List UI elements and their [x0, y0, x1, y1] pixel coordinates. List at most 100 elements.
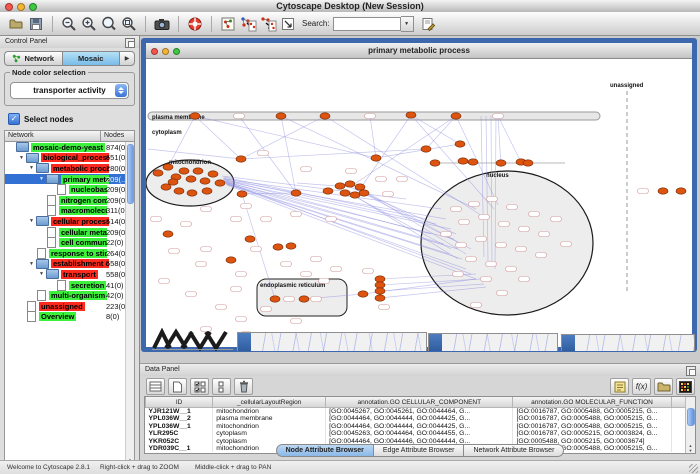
- graph-node[interactable]: [507, 205, 518, 210]
- expand-arrow-icon[interactable]: ▼: [27, 165, 36, 171]
- graph-node-selected[interactable]: [299, 296, 309, 302]
- minimized-window-icon[interactable]: [238, 333, 251, 351]
- minimized-window[interactable]: [561, 334, 695, 351]
- graph-node[interactable]: [291, 212, 302, 217]
- import-attributes-icon[interactable]: [654, 378, 673, 395]
- graph-node[interactable]: [261, 217, 272, 222]
- tree-scrollbar[interactable]: ▲▼: [125, 142, 134, 467]
- tree-row-label[interactable]: secretion: [69, 281, 106, 290]
- graph-node[interactable]: [529, 212, 540, 217]
- graph-node[interactable]: [291, 319, 302, 324]
- table-row[interactable]: YLR295Ccytoplasm[GO:0045263, GO:0044464,…: [146, 430, 695, 437]
- graph-node[interactable]: [379, 305, 390, 310]
- minimized-window-icon[interactable]: [429, 334, 442, 351]
- expand-arrow-icon[interactable]: ▼: [27, 261, 36, 267]
- graph-node[interactable]: [236, 317, 247, 322]
- table-cell[interactable]: [GO:0016787, GO:0005488, GO:0005215, G..…: [513, 408, 671, 416]
- background-network-window[interactable]: [150, 328, 235, 351]
- graph-node[interactable]: [258, 151, 269, 156]
- minimized-window[interactable]: [237, 332, 427, 351]
- graph-node[interactable]: [441, 232, 452, 237]
- zoom-out-icon[interactable]: [59, 14, 79, 34]
- expand-arrow-icon[interactable]: ▼: [27, 218, 36, 224]
- graph-node[interactable]: [516, 247, 527, 252]
- graph-node[interactable]: [453, 272, 464, 277]
- graph-node-selected[interactable]: [430, 160, 440, 166]
- graph-node-selected[interactable]: [273, 244, 283, 250]
- tree-row[interactable]: ▼biological_process651(0): [5, 153, 134, 164]
- graph-node[interactable]: [201, 207, 212, 212]
- graph-node[interactable]: [301, 272, 312, 277]
- tree-row-label[interactable]: macromolecule: [59, 206, 107, 215]
- tree-row[interactable]: multi-organism pro42(0): [5, 290, 134, 301]
- graph-node[interactable]: [519, 277, 530, 282]
- graph-node[interactable]: [331, 267, 342, 272]
- tree-row[interactable]: secretion41(0): [5, 280, 134, 291]
- tree-row-label[interactable]: cell communicat: [59, 238, 107, 247]
- tree-row[interactable]: macromolecule311(0): [5, 206, 134, 217]
- expand-arrow-icon[interactable]: ▼: [17, 155, 26, 161]
- graph-node[interactable]: [466, 257, 477, 262]
- table-cell[interactable]: cytoplasm: [213, 430, 326, 437]
- table-column-header[interactable]: ID: [146, 397, 213, 408]
- tab-edge-attribute-browser[interactable]: Edge Attribute Browser: [373, 444, 464, 457]
- graph-node[interactable]: [231, 217, 242, 222]
- zoom-selected-icon[interactable]: [99, 14, 119, 34]
- graph-node-selected[interactable]: [406, 112, 416, 118]
- graph-node[interactable]: [261, 307, 272, 312]
- attribute-table-header[interactable]: ID_cellularLayoutRegionannotation.GO CEL…: [146, 397, 695, 408]
- tree-row[interactable]: cell communicat22(0): [5, 237, 134, 248]
- tree-row[interactable]: ▼transport558(0): [5, 269, 134, 280]
- select-nodes-checkbox[interactable]: ✓: [8, 113, 20, 125]
- graph-node[interactable]: [551, 217, 562, 222]
- table-cell[interactable]: [GO:0044464, GO:0044444, GO:0044425, G..…: [326, 423, 513, 430]
- table-cell[interactable]: mitochondrion: [213, 423, 326, 430]
- graph-node-selected[interactable]: [291, 190, 301, 196]
- graph-node-selected[interactable]: [468, 159, 478, 165]
- graph-node-selected[interactable]: [358, 291, 368, 297]
- zoom-fit-icon[interactable]: [119, 14, 139, 34]
- graph-node-selected[interactable]: [208, 171, 218, 177]
- table-cell[interactable]: [GO:0016787, GO:0005488, GO:0005215, G..…: [513, 423, 671, 430]
- tree-row-label[interactable]: metabolic process: [51, 164, 109, 173]
- graph-node[interactable]: [493, 114, 504, 119]
- graph-node[interactable]: [383, 192, 394, 197]
- tree-row-label[interactable]: multi-organism pro: [49, 291, 107, 300]
- tree-row[interactable]: nucleobase-209(0): [5, 184, 134, 195]
- graph-node[interactable]: [486, 262, 497, 267]
- graph-node[interactable]: [181, 222, 192, 227]
- graph-node-selected[interactable]: [350, 192, 360, 198]
- graph-node-selected[interactable]: [359, 190, 369, 196]
- graph-node-selected[interactable]: [658, 188, 668, 194]
- search-input[interactable]: [333, 17, 401, 31]
- tab-overflow-arrow-icon[interactable]: ▶: [119, 51, 135, 66]
- graph-node[interactable]: [539, 232, 550, 237]
- table-scrollbar-thumb[interactable]: [687, 408, 695, 426]
- graph-node[interactable]: [471, 303, 482, 308]
- graph-node-selected[interactable]: [455, 141, 465, 147]
- tree-row[interactable]: cellular metabo209(0): [5, 227, 134, 238]
- graph-node[interactable]: [363, 269, 374, 274]
- destroy-network-view-icon[interactable]: [258, 14, 278, 34]
- graph-node-selected[interactable]: [163, 231, 173, 237]
- table-cell[interactable]: YPL036W__1: [146, 423, 213, 430]
- graph-node-selected[interactable]: [375, 295, 385, 301]
- graph-node-selected[interactable]: [236, 156, 246, 162]
- unselect-all-attributes-icon[interactable]: [212, 378, 231, 395]
- graph-node-selected[interactable]: [153, 170, 163, 176]
- expand-arrow-icon[interactable]: ▼: [37, 176, 46, 182]
- graph-node-selected[interactable]: [200, 178, 210, 184]
- graph-node[interactable]: [365, 114, 376, 119]
- table-cell[interactable]: [GO:0044464, GO:0044444, GO:0044425, G..…: [326, 415, 513, 422]
- tree-row-label[interactable]: primary metabo: [61, 175, 109, 184]
- graph-node[interactable]: [499, 222, 510, 227]
- graph-node[interactable]: [201, 247, 212, 252]
- graph-node[interactable]: [319, 279, 330, 284]
- graph-node[interactable]: [196, 262, 207, 267]
- graph-node[interactable]: [456, 243, 467, 248]
- vizmapper-icon[interactable]: [278, 14, 298, 34]
- graph-node-selected[interactable]: [215, 180, 225, 186]
- graph-node[interactable]: [159, 279, 170, 284]
- tree-row-label[interactable]: Overview: [39, 312, 76, 321]
- function-builder-icon[interactable]: f(x): [632, 378, 651, 395]
